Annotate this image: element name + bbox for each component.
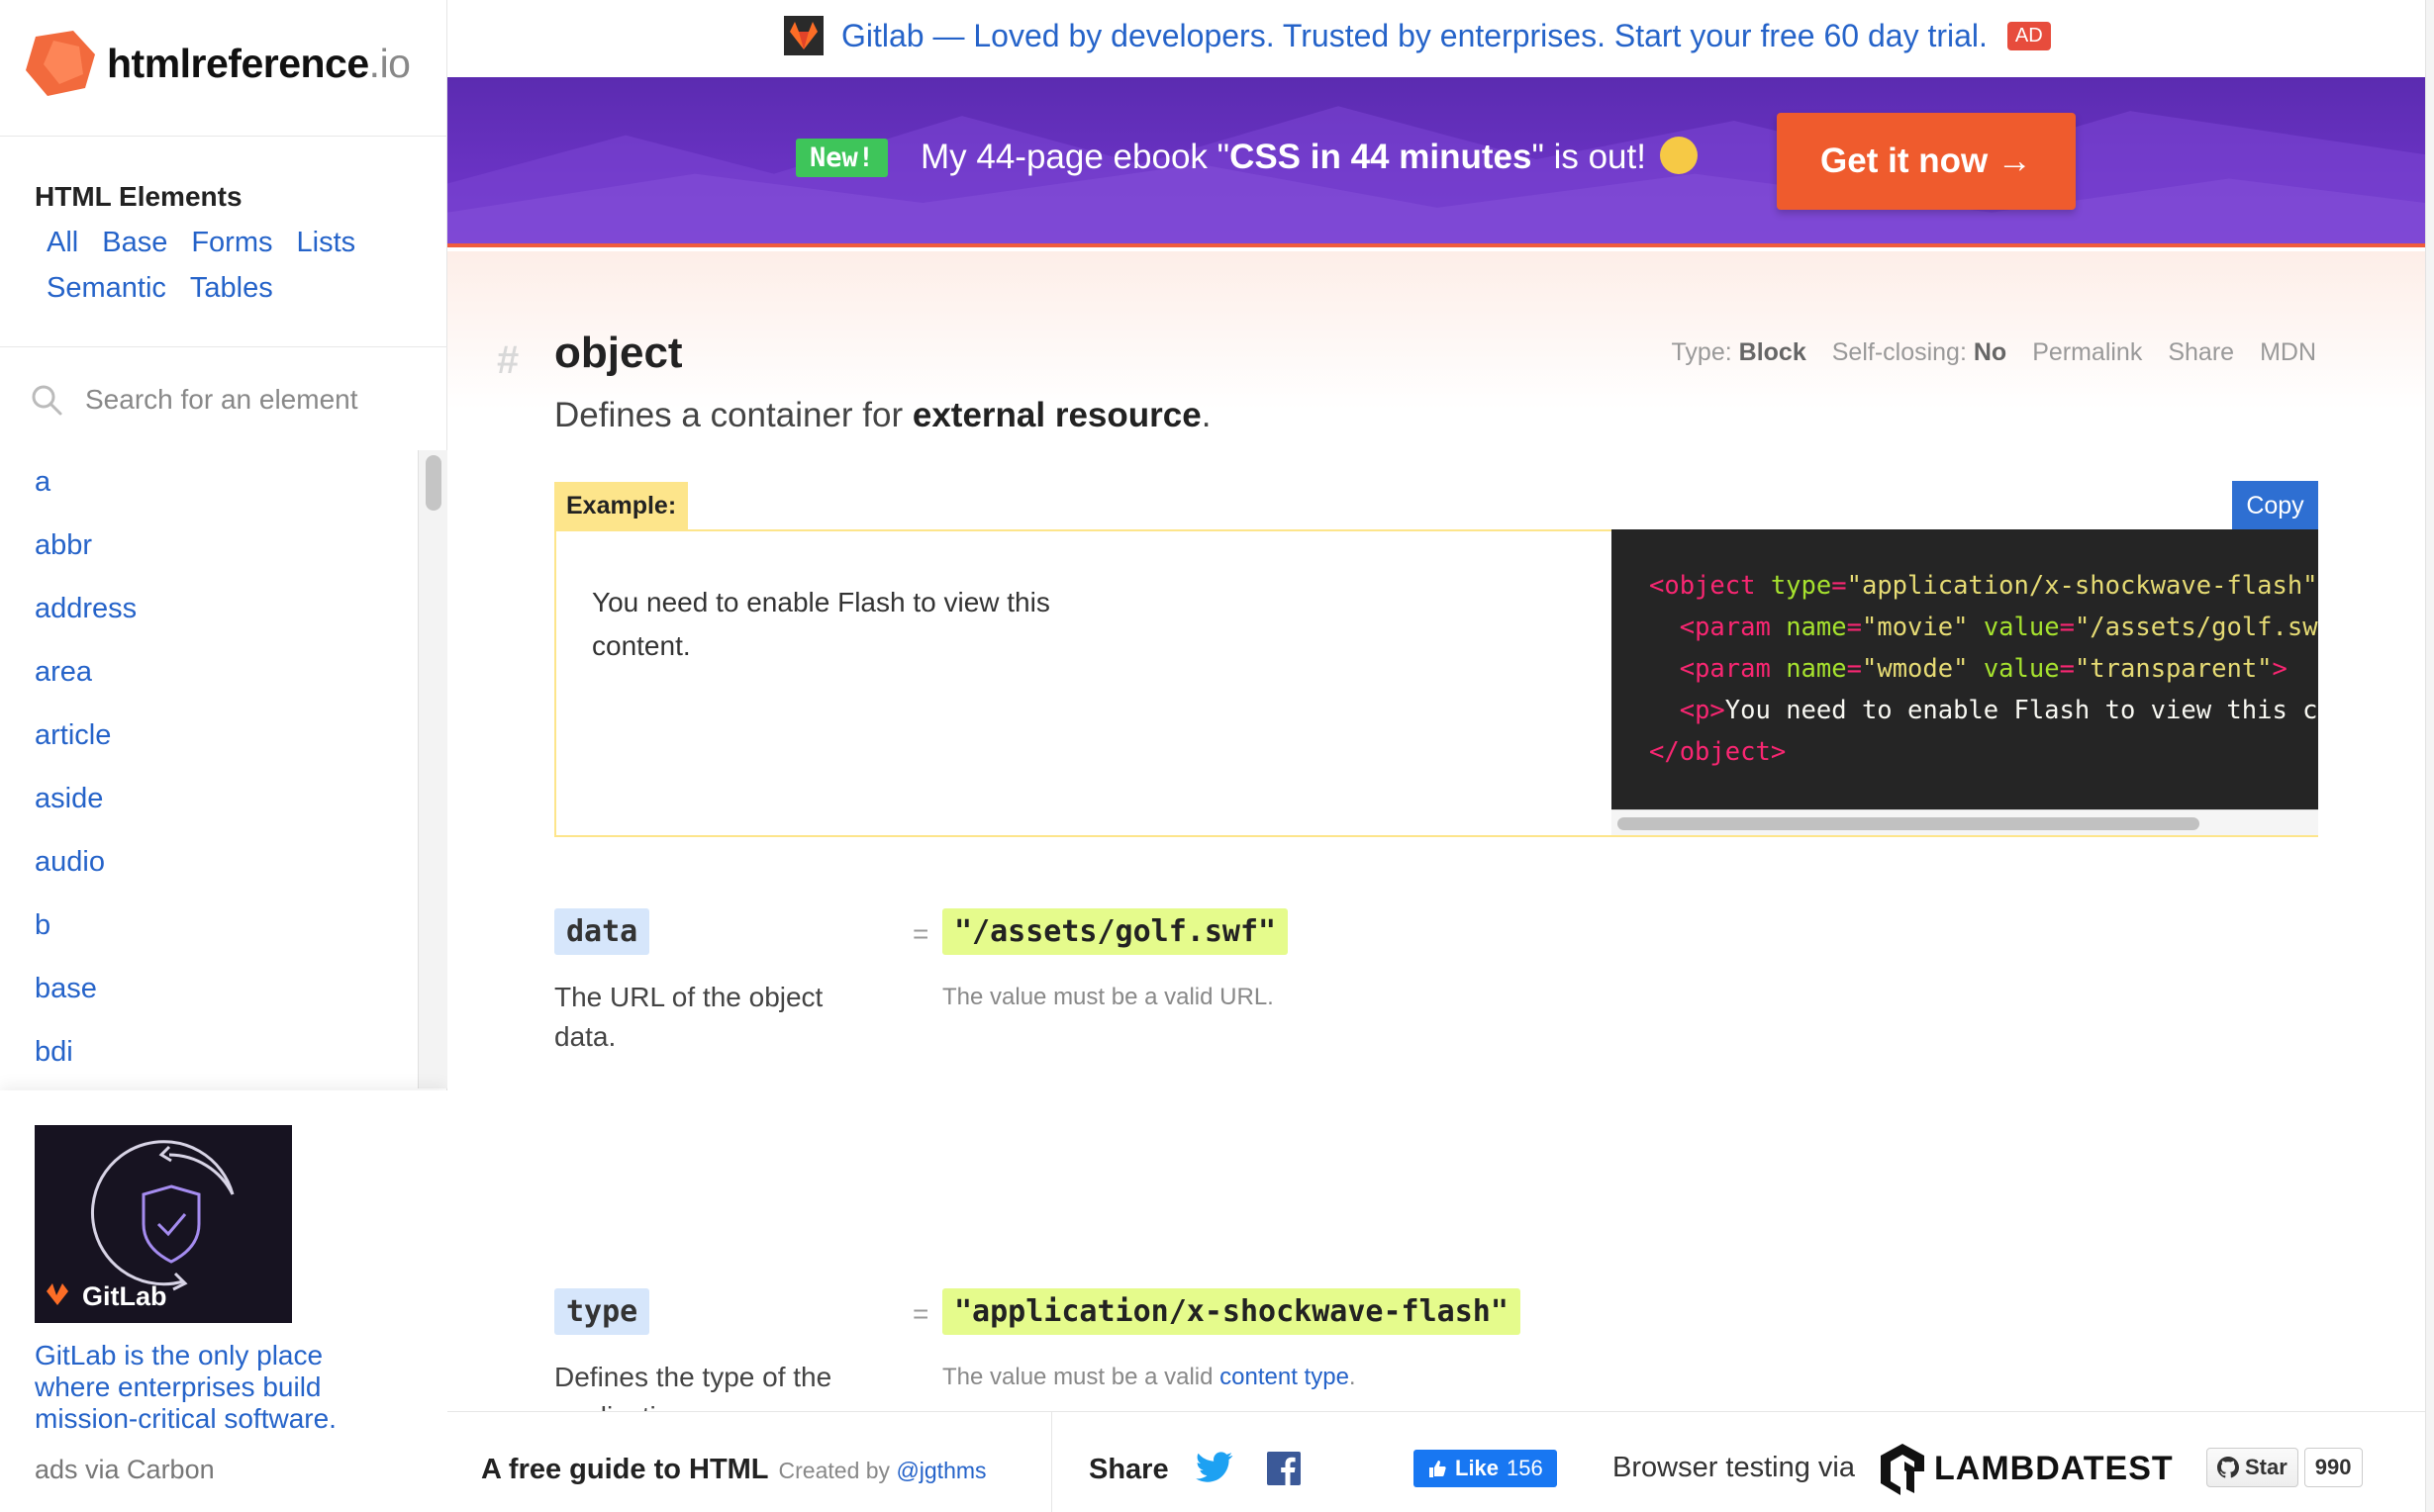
anchor-hash-link[interactable]: #	[497, 338, 519, 383]
footer-share-label: Share	[1089, 1454, 1169, 1485]
search-input[interactable]	[85, 384, 402, 416]
element-link-audio[interactable]: audio	[0, 830, 418, 894]
ads-via-carbon[interactable]: ads via Carbon	[35, 1455, 215, 1485]
twitter-icon[interactable]	[1196, 1452, 1233, 1485]
category-links: All Base Forms Lists Semantic Tables	[47, 226, 423, 305]
github-star-count[interactable]: 990	[2303, 1448, 2363, 1487]
element-link-a[interactable]: a	[0, 450, 418, 514]
equals-sign: =	[913, 1298, 929, 1329]
example-rendered-output: You need to enable Flash to view this co…	[592, 587, 1050, 661]
page-scrollbar[interactable]	[2425, 0, 2434, 1512]
permalink-link[interactable]: Permalink	[2032, 338, 2142, 367]
divider	[0, 346, 447, 347]
logo-mark-icon	[24, 31, 99, 96]
element-type: Type: Block	[1671, 338, 1806, 366]
github-star-button[interactable]: Star	[2206, 1448, 2298, 1487]
smiley-emoji-icon	[1659, 137, 1698, 174]
top-ad-text: Gitlab — Loved by developers. Trusted by…	[841, 17, 1988, 53]
element-link-bdi[interactable]: bdi	[0, 1020, 418, 1084]
gitlab-logo-icon	[784, 16, 824, 55]
value-note: The value must be a valid URL.	[942, 984, 1274, 1010]
facebook-like-button[interactable]: Like 156	[1413, 1450, 1557, 1487]
element-list-scrollbar[interactable]	[418, 450, 447, 1088]
code-block[interactable]: <object type="application/x-shockwave-fl…	[1611, 529, 2318, 809]
footer-bar: A free guide to HTML Created by @jgthms S…	[447, 1411, 2425, 1512]
github-star-widget: Star 990	[2206, 1448, 2363, 1487]
search-icon	[32, 385, 62, 416]
attribute-name: data	[554, 908, 650, 955]
copy-button[interactable]: Copy	[2232, 481, 2318, 530]
sidebar-ad: GitLab GitLab is the only place where en…	[0, 1090, 447, 1512]
site-logo[interactable]: htmlreference.io	[24, 28, 411, 99]
category-link-semantic[interactable]: Semantic	[47, 271, 166, 305]
element-self-closing: Self-closing: No	[1831, 338, 2007, 366]
element-description: Defines a container for external resourc…	[554, 396, 1212, 434]
ad-text-link[interactable]: GitLab is the only place where enterpris…	[35, 1340, 381, 1435]
promo-message: My 44-page ebook "CSS in 44 minutes" is …	[921, 137, 1698, 177]
thumbs-up-icon	[1429, 1461, 1446, 1477]
promo-banner: New! My 44-page ebook "CSS in 44 minutes…	[447, 77, 2425, 247]
content-type-link[interactable]: content type	[1219, 1364, 1349, 1390]
element-link-article[interactable]: article	[0, 704, 418, 767]
new-badge: New!	[796, 139, 889, 177]
divider	[0, 136, 447, 137]
example-label: Example:	[554, 482, 689, 529]
category-link-lists[interactable]: Lists	[297, 226, 356, 259]
logo-tld: .io	[368, 40, 411, 86]
top-ad-bar: Gitlab — Loved by developers. Trusted by…	[447, 0, 2427, 77]
category-link-all[interactable]: All	[47, 226, 78, 259]
lambdatest-icon	[1881, 1444, 1924, 1495]
ad-image[interactable]: GitLab	[35, 1125, 292, 1323]
code-horizontal-scrollbar[interactable]	[1611, 809, 2318, 835]
facebook-icon[interactable]	[1267, 1452, 1301, 1485]
attribute-value: "/assets/golf.swf"	[942, 908, 1289, 955]
element-link-address[interactable]: address	[0, 577, 418, 640]
sidebar: htmlreference.io HTML Elements All Base …	[0, 0, 447, 1512]
value-note: The value must be a valid content type.	[942, 1364, 1356, 1390]
scrollbar-thumb[interactable]	[426, 455, 441, 511]
element-meta: Type: Block Self-closing: No Permalink S…	[1672, 338, 2316, 367]
browser-testing-label: Browser testing via	[1612, 1452, 1855, 1483]
element-link-abbr[interactable]: abbr	[0, 514, 418, 577]
mdn-link[interactable]: MDN	[2260, 338, 2316, 367]
author-link[interactable]: @jgthms	[896, 1458, 986, 1483]
category-link-tables[interactable]: Tables	[190, 271, 273, 305]
ad-badge: AD	[2006, 21, 2051, 50]
code-content: <object type="application/x-shockwave-fl…	[1649, 571, 2318, 767]
top-ad-link[interactable]: Gitlab — Loved by developers. Trusted by…	[784, 16, 2051, 55]
logo-name: htmlreference	[107, 40, 369, 86]
element-link-base[interactable]: base	[0, 957, 418, 1020]
scrollbar-thumb[interactable]	[1617, 817, 2199, 830]
category-link-forms[interactable]: Forms	[191, 226, 272, 259]
footer-guide: A free guide to HTML Created by @jgthms	[481, 1454, 987, 1485]
main-content: # object Type: Block Self-closing: No Pe…	[447, 251, 2425, 1411]
github-icon	[2217, 1457, 2239, 1478]
attribute-description: The URL of the object data.	[554, 982, 824, 1052]
share-link[interactable]: Share	[2168, 338, 2234, 367]
like-count: 156	[1507, 1456, 1543, 1480]
attribute-name: type	[554, 1288, 650, 1335]
element-title: object	[554, 329, 683, 377]
element-link-area[interactable]: area	[0, 640, 418, 704]
categories-title: HTML Elements	[35, 181, 243, 212]
ad-brand: GitLab	[82, 1281, 167, 1311]
attribute-description: Defines the type of the application	[554, 1362, 832, 1411]
element-link-aside[interactable]: aside	[0, 767, 418, 830]
element-link-b[interactable]: b	[0, 894, 418, 957]
get-it-now-button[interactable]: Get it now →	[1777, 113, 2076, 210]
equals-sign: =	[913, 918, 929, 949]
element-list: a abbr address area article aside audio …	[0, 450, 418, 1084]
search-box	[30, 378, 426, 422]
category-link-base[interactable]: Base	[102, 226, 167, 259]
attribute-value: "application/x-shockwave-flash"	[942, 1288, 1520, 1335]
lambdatest-logo[interactable]: LAMBDATEST	[1879, 1442, 2174, 1495]
divider	[1051, 1412, 1052, 1512]
